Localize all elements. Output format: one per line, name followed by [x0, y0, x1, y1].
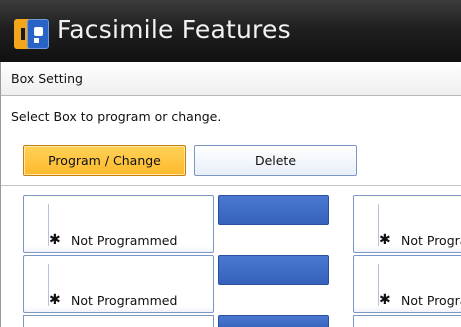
unprogrammed-mark-icon: ✱: [379, 292, 391, 308]
box-name-field-1[interactable]: [218, 195, 329, 225]
box-tile-6[interactable]: [353, 315, 461, 327]
section-title: Box Setting: [11, 71, 83, 86]
box-label: Not Programmed: [401, 233, 461, 248]
box-name-field-3[interactable]: [218, 315, 329, 327]
unprogrammed-mark-icon: ✱: [49, 292, 61, 308]
box-label: Not Programmed: [401, 293, 461, 308]
program-change-button[interactable]: Program / Change: [23, 145, 186, 176]
main-panel: Box Setting Select Box to program or cha…: [0, 62, 461, 327]
box-tile-2[interactable]: ✱ Not Programmed: [353, 195, 461, 253]
window-title: Facsimile Features: [57, 15, 291, 44]
box-tile-4[interactable]: ✱ Not Programmed: [353, 255, 461, 313]
section-header: Box Setting: [1, 62, 461, 96]
box-label: Not Programmed: [71, 233, 178, 248]
box-tile-3[interactable]: ✱ Not Programmed: [23, 255, 214, 313]
delete-button[interactable]: Delete: [194, 145, 357, 176]
box-tile-5[interactable]: [23, 315, 214, 327]
box-label: Not Programmed: [71, 293, 178, 308]
unprogrammed-mark-icon: ✱: [49, 232, 61, 248]
box-name-field-2[interactable]: [218, 255, 329, 285]
instruction-text: Select Box to program or change.: [11, 109, 222, 124]
divider: [1, 185, 461, 186]
title-bar: Facsimile Features: [0, 0, 461, 62]
unprogrammed-mark-icon: ✱: [379, 232, 391, 248]
facsimile-features-icon: [14, 19, 49, 49]
box-tile-1[interactable]: ✱ Not Programmed: [23, 195, 214, 253]
